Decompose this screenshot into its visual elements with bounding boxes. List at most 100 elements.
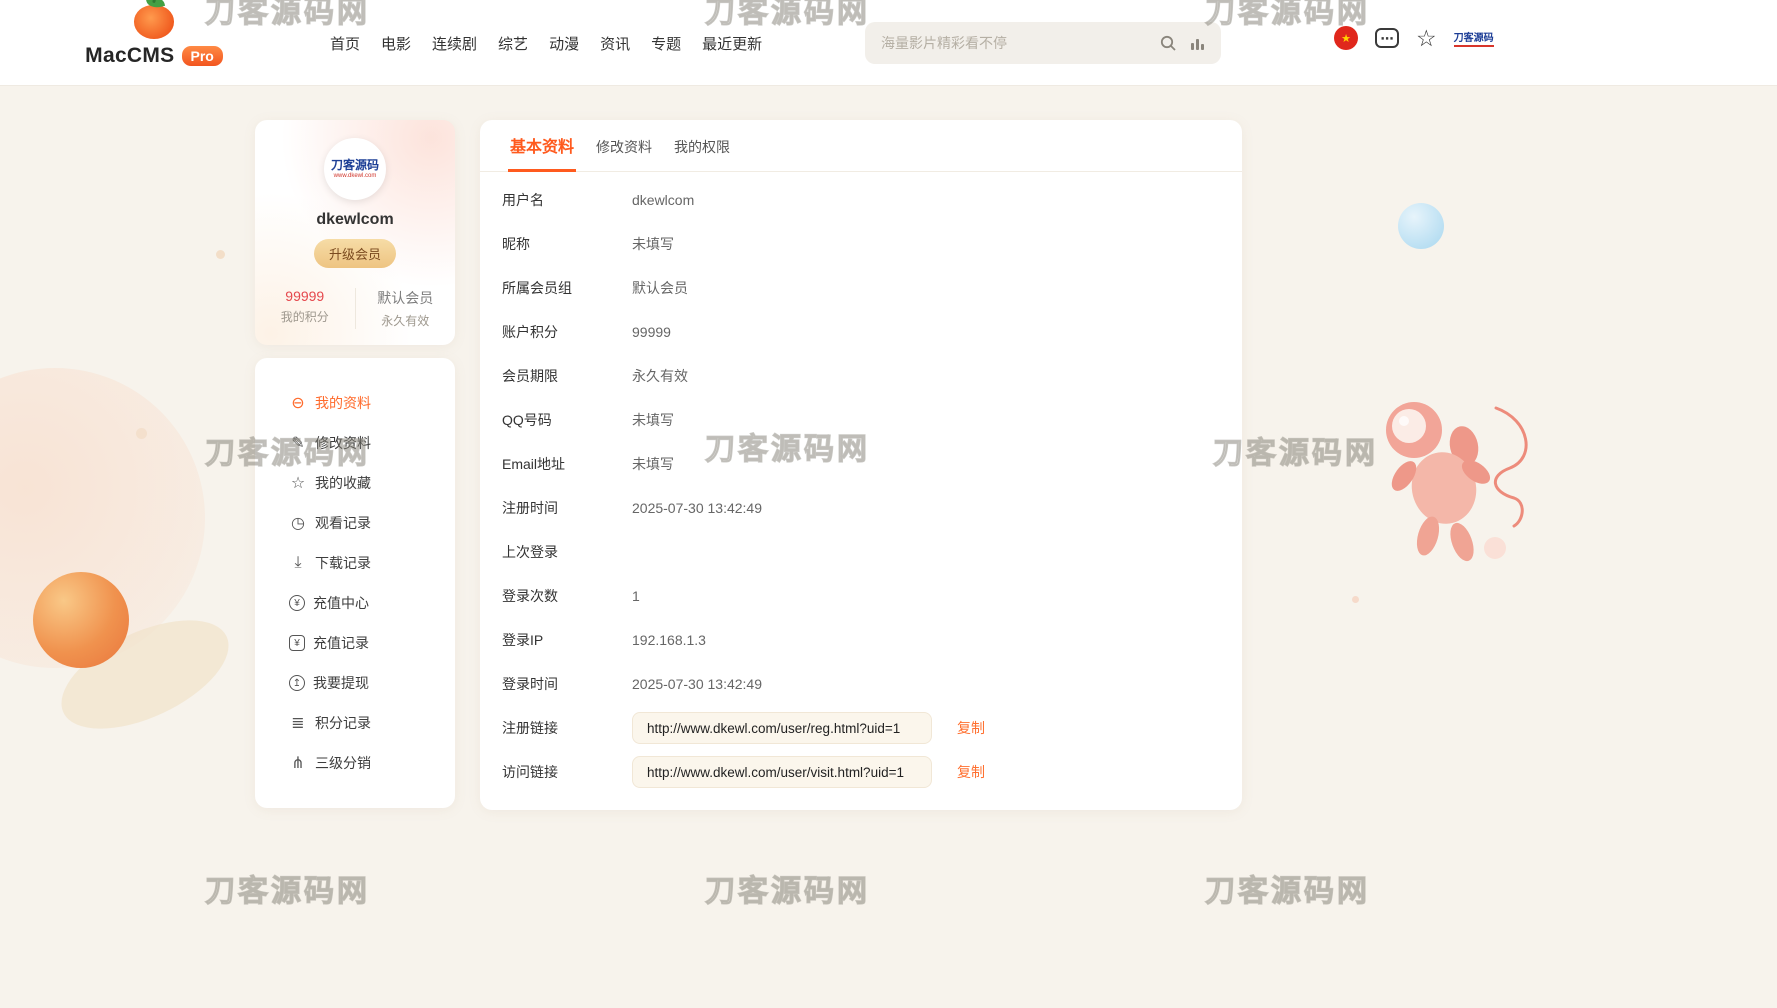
sidebar-item-label: 下载记录: [315, 553, 371, 573]
favorites-icon: ☆: [289, 474, 307, 492]
message-icon[interactable]: ⋯: [1375, 28, 1399, 48]
info-row-value: 99999: [632, 324, 671, 340]
info-row: QQ号码 未填写: [480, 398, 1242, 442]
info-row-label: 登录IP: [502, 630, 632, 650]
info-row-value: 2025-07-30 13:42:49: [632, 676, 762, 692]
decorative-blob-beige: [45, 598, 244, 751]
site-logo[interactable]: MacCMS Pro: [88, 5, 220, 68]
sidebar-menu-item[interactable]: ↥ 我要提现: [255, 663, 455, 703]
search-icon[interactable]: [1159, 34, 1177, 52]
search-bar: [865, 22, 1221, 64]
info-row-value: 2025-07-30 13:42:49: [632, 500, 762, 516]
info-row-label: 会员期限: [502, 366, 632, 386]
info-row: 所属会员组 默认会员: [480, 266, 1242, 310]
trending-chart-icon[interactable]: [1190, 36, 1205, 51]
sidebar-item-label: 我的收藏: [315, 473, 371, 493]
edit-icon: ✎: [289, 434, 307, 452]
watermark: 刀客源码网: [705, 866, 870, 910]
watch-history-icon: ◷: [289, 514, 307, 532]
info-row-value: 未填写: [632, 454, 674, 474]
info-row-value: 1: [632, 588, 640, 604]
brand-name: MacCMS: [85, 44, 174, 68]
info-row-value: 未填写: [632, 410, 674, 430]
info-rows: 用户名 dkewlcom 昵称 未填写 所属会员组 默认会员 账户积分 9999…: [480, 172, 1242, 706]
avatar: 刀客源码 www.dkewl.com: [324, 138, 386, 200]
info-row: 注册时间 2025-07-30 13:42:49: [480, 486, 1242, 530]
pro-badge: Pro: [182, 46, 223, 66]
upgrade-member-button[interactable]: 升级会员: [314, 239, 396, 268]
recharge-record-icon: ¥: [289, 635, 305, 651]
nav-item[interactable]: 综艺: [498, 33, 528, 54]
stat-value: 默认会员: [356, 288, 456, 308]
withdraw-icon: ↥: [289, 675, 305, 691]
nav-item[interactable]: 最近更新: [702, 33, 762, 54]
sidebar-menu-card: ⊖ 我的资料 ✎ 修改资料 ☆ 我的收藏 ◷: [255, 358, 455, 808]
info-row-label: 昵称: [502, 234, 632, 254]
info-row-value: 未填写: [632, 234, 674, 254]
nav-item[interactable]: 电影: [381, 33, 411, 54]
profile-icon: ⊖: [289, 394, 307, 412]
info-row-label: 账户积分: [502, 322, 632, 342]
link-rows: 注册链接 复制 访问链接 复制: [480, 706, 1242, 794]
info-row-value: dkewlcom: [632, 192, 694, 208]
sidebar-menu-item[interactable]: ✎ 修改资料: [255, 423, 455, 463]
sidebar-menu-item[interactable]: ☆ 我的收藏: [255, 463, 455, 503]
info-row: 上次登录: [480, 530, 1242, 574]
decorative-dot: [216, 250, 225, 259]
sidebar-menu-item[interactable]: ⊖ 我的资料: [255, 383, 455, 423]
tab-bar: 基本资料 修改资料 我的权限: [480, 120, 1242, 172]
sidebar-menu-item[interactable]: ⋔ 三级分销: [255, 743, 455, 783]
username: dkewlcom: [255, 211, 455, 229]
info-row-label: 注册时间: [502, 498, 632, 518]
stat-label: 我的积分: [255, 308, 355, 325]
sidebar-menu-item[interactable]: ◷ 观看记录: [255, 503, 455, 543]
sidebar-item-label: 积分记录: [315, 713, 371, 733]
points-record-icon: ≣: [289, 714, 307, 732]
nav-item[interactable]: 首页: [330, 33, 360, 54]
info-row: Email地址 未填写: [480, 442, 1242, 486]
stat-block: 默认会员 永久有效: [356, 288, 456, 329]
link-url-input[interactable]: [632, 712, 932, 744]
search-input[interactable]: [865, 35, 1159, 51]
tab[interactable]: 我的权限: [672, 137, 732, 171]
sidebar-item-label: 我的资料: [315, 393, 371, 413]
decorative-dot: [1352, 596, 1359, 603]
info-row-label: 登录次数: [502, 586, 632, 606]
info-row-value: 192.168.1.3: [632, 632, 706, 648]
watermark: 刀客源码网: [205, 866, 370, 910]
watermark: 刀客源码网: [1205, 866, 1370, 910]
link-row: 注册链接 复制: [480, 706, 1242, 750]
sidebar-menu-item[interactable]: ⤓ 下载记录: [255, 543, 455, 583]
info-row-label: 登录时间: [502, 674, 632, 694]
copy-link-button[interactable]: 复制: [957, 718, 985, 738]
link-row-label: 注册链接: [502, 718, 632, 738]
sidebar-menu-item[interactable]: ¥ 充值中心: [255, 583, 455, 623]
info-row: 登录时间 2025-07-30 13:42:49: [480, 662, 1242, 706]
partner-site-logo[interactable]: 刀客源码: [1454, 29, 1494, 47]
copy-link-button[interactable]: 复制: [957, 762, 985, 782]
sidebar-item-label: 观看记录: [315, 513, 371, 533]
distribution-icon: ⋔: [289, 754, 307, 772]
info-row-label: 用户名: [502, 190, 632, 210]
tab[interactable]: 基本资料: [508, 133, 576, 172]
link-url-input[interactable]: [632, 756, 932, 788]
sidebar-menu-item[interactable]: ¥ 充值记录: [255, 623, 455, 663]
info-row: 昵称 未填写: [480, 222, 1242, 266]
nav-item[interactable]: 资讯: [600, 33, 630, 54]
header-actions: ★ ⋯ ☆ 刀客源码: [1334, 26, 1494, 50]
download-record-icon: ⤓: [289, 554, 307, 572]
nav-item[interactable]: 动漫: [549, 33, 579, 54]
info-row: 用户名 dkewlcom: [480, 178, 1242, 222]
favorite-star-icon[interactable]: ☆: [1416, 27, 1437, 50]
info-row-label: Email地址: [502, 454, 632, 474]
decorative-dot: [136, 428, 147, 439]
stat-block: 99999 我的积分: [255, 288, 356, 329]
tab[interactable]: 修改资料: [594, 137, 654, 171]
main-nav: 首页 电影 连续剧 综艺 动漫 资讯 专题 最近更新: [330, 0, 762, 86]
language-flag-icon[interactable]: ★: [1334, 26, 1358, 50]
sidebar-menu-item[interactable]: ≣ 积分记录: [255, 703, 455, 743]
sidebar-item-label: 充值中心: [313, 593, 369, 613]
nav-item[interactable]: 连续剧: [432, 33, 477, 54]
info-row-value: 永久有效: [632, 366, 688, 386]
nav-item[interactable]: 专题: [651, 33, 681, 54]
